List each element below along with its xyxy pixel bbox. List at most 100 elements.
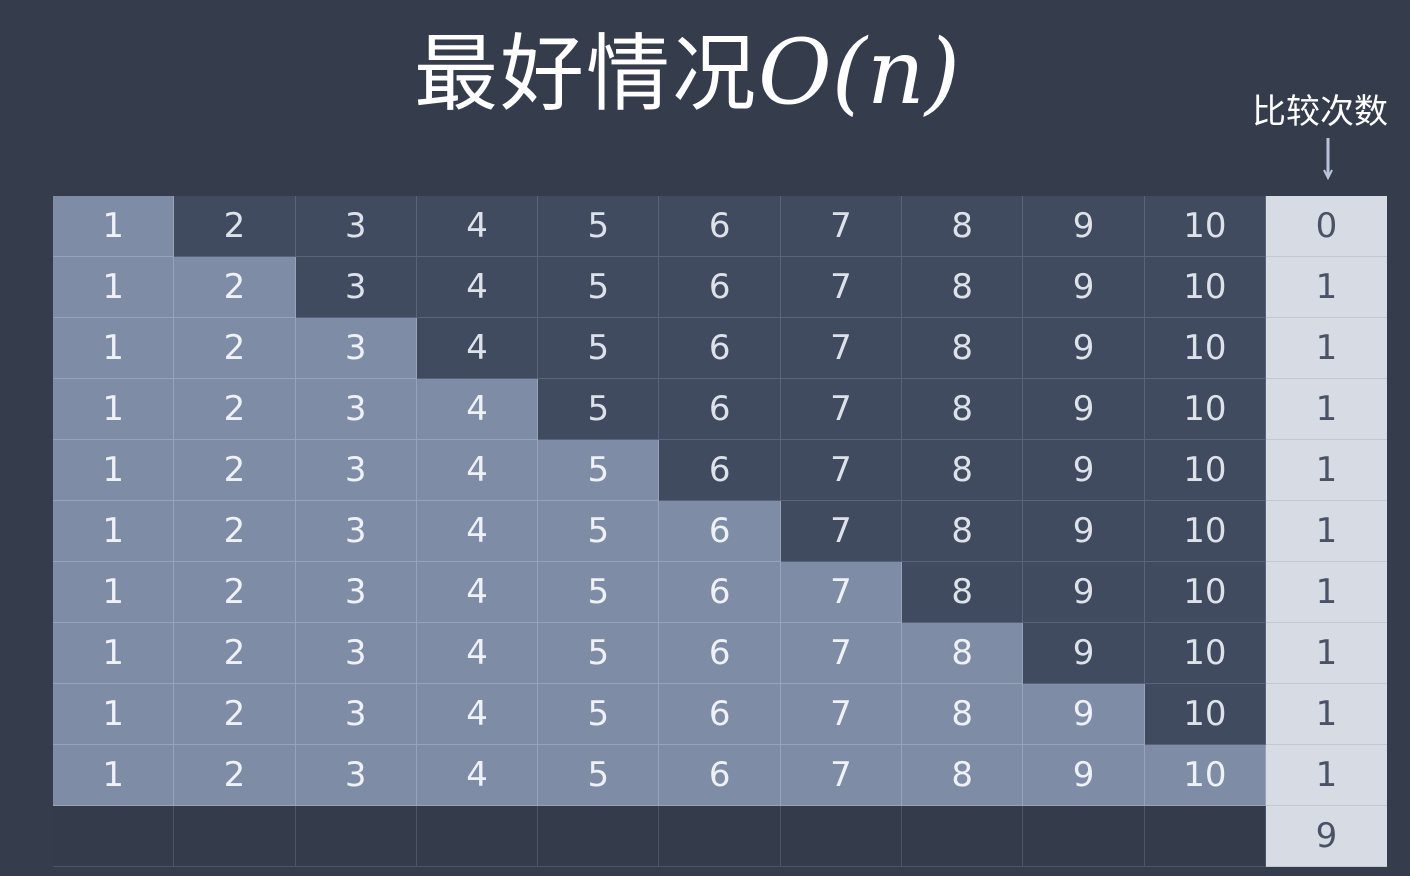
table-cell: 2 bbox=[174, 623, 296, 684]
table-cell: 6 bbox=[659, 318, 781, 379]
table-cell: 10 bbox=[1144, 501, 1266, 562]
page-title: 最好情况O(n) bbox=[414, 8, 960, 138]
comparison-count-cell: 1 bbox=[1265, 684, 1387, 745]
table-cell: 7 bbox=[780, 196, 903, 257]
table-cell: 6 bbox=[659, 501, 781, 562]
table-cell: 4 bbox=[416, 257, 539, 318]
table-cell: 4 bbox=[416, 440, 539, 501]
table-cell: 7 bbox=[780, 257, 903, 318]
table-cell: 9 bbox=[1023, 440, 1145, 501]
table-cell: 1 bbox=[53, 623, 175, 684]
table-cell: 4 bbox=[416, 379, 539, 440]
table-cell: 2 bbox=[174, 684, 296, 745]
table-cell: 1 bbox=[53, 379, 175, 440]
table-cell: 6 bbox=[659, 745, 781, 806]
table-cell: 8 bbox=[902, 440, 1024, 501]
table-cell: 5 bbox=[538, 196, 660, 257]
table-cell: 7 bbox=[780, 318, 903, 379]
table-cell: 9 bbox=[1023, 379, 1145, 440]
table-cell: 5 bbox=[538, 318, 660, 379]
table-cell: 4 bbox=[416, 684, 539, 745]
table-cell: 9 bbox=[1023, 684, 1145, 745]
table-cell: 10 bbox=[1144, 684, 1266, 745]
empty-cell bbox=[780, 806, 903, 867]
table-cell: 10 bbox=[1144, 745, 1266, 806]
table-cell: 8 bbox=[902, 684, 1024, 745]
table-cell: 9 bbox=[1023, 623, 1145, 684]
comparison-count-cell: 1 bbox=[1265, 257, 1387, 318]
empty-cell bbox=[1023, 806, 1145, 867]
empty-cell bbox=[1144, 806, 1266, 867]
table-cell: 9 bbox=[1023, 257, 1145, 318]
empty-cell bbox=[902, 806, 1024, 867]
table-cell: 3 bbox=[295, 257, 417, 318]
table-cell: 10 bbox=[1144, 318, 1266, 379]
table-cell: 8 bbox=[902, 501, 1024, 562]
table-cell: 10 bbox=[1144, 562, 1266, 623]
table-cell: 2 bbox=[174, 379, 296, 440]
table-cell: 10 bbox=[1144, 196, 1266, 257]
empty-cell bbox=[416, 806, 539, 867]
comparison-count-cell: 0 bbox=[1265, 196, 1387, 257]
table-cell: 4 bbox=[416, 623, 539, 684]
comparison-count-label: 比较次数 bbox=[1252, 92, 1388, 132]
table-cell: 5 bbox=[538, 440, 660, 501]
title-text: 最好情况 bbox=[414, 25, 759, 123]
table-cell: 7 bbox=[780, 562, 903, 623]
table-cell: 3 bbox=[295, 379, 417, 440]
table-cell: 7 bbox=[780, 501, 903, 562]
table-cell: 1 bbox=[53, 318, 175, 379]
table-cell: 5 bbox=[538, 745, 660, 806]
table-cell: 9 bbox=[1023, 501, 1145, 562]
table-cell: 4 bbox=[416, 196, 539, 257]
table-cell: 10 bbox=[1144, 623, 1266, 684]
comparison-count-cell: 1 bbox=[1265, 562, 1387, 623]
table-cell: 4 bbox=[416, 318, 539, 379]
comparison-count-cell: 1 bbox=[1265, 745, 1387, 806]
table-cell: 8 bbox=[902, 379, 1024, 440]
table-cell: 2 bbox=[174, 440, 296, 501]
table-cell: 10 bbox=[1144, 257, 1266, 318]
table-cell: 4 bbox=[416, 745, 539, 806]
table-cell: 5 bbox=[538, 379, 660, 440]
comparison-count-cell: 1 bbox=[1265, 623, 1387, 684]
table-cell: 1 bbox=[53, 257, 175, 318]
comparison-count-cell: 1 bbox=[1265, 318, 1387, 379]
table-cell: 3 bbox=[295, 196, 417, 257]
table-cell: 5 bbox=[538, 684, 660, 745]
table-cell: 2 bbox=[174, 745, 296, 806]
title-complexity: O(n) bbox=[758, 20, 960, 125]
table-cell: 1 bbox=[53, 501, 175, 562]
table-cell: 4 bbox=[416, 562, 539, 623]
table-cell: 3 bbox=[295, 440, 417, 501]
table-cell: 2 bbox=[174, 501, 296, 562]
table-cell: 6 bbox=[659, 257, 781, 318]
table-cell: 10 bbox=[1144, 440, 1266, 501]
table-cell: 7 bbox=[780, 745, 903, 806]
table-cell: 3 bbox=[295, 745, 417, 806]
table-cell: 1 bbox=[53, 562, 175, 623]
table-cell: 7 bbox=[780, 379, 903, 440]
down-arrow-icon bbox=[1323, 138, 1333, 181]
table-cell: 2 bbox=[174, 196, 296, 257]
table-cell: 4 bbox=[416, 501, 539, 562]
table-cell: 1 bbox=[53, 745, 175, 806]
empty-cell bbox=[174, 806, 296, 867]
table-cell: 8 bbox=[902, 257, 1024, 318]
table-cell: 6 bbox=[659, 379, 781, 440]
table-cell: 5 bbox=[538, 623, 660, 684]
table-cell: 2 bbox=[174, 318, 296, 379]
empty-cell bbox=[295, 806, 417, 867]
table-cell: 3 bbox=[295, 501, 417, 562]
table-cell: 6 bbox=[659, 623, 781, 684]
table-cell: 3 bbox=[295, 684, 417, 745]
empty-cell bbox=[538, 806, 660, 867]
table-cell: 2 bbox=[174, 257, 296, 318]
table-cell: 8 bbox=[902, 745, 1024, 806]
table-cell: 8 bbox=[902, 318, 1024, 379]
table-cell: 5 bbox=[538, 562, 660, 623]
table-cell: 8 bbox=[902, 623, 1024, 684]
table-cell: 10 bbox=[1144, 379, 1266, 440]
table-cell: 5 bbox=[538, 501, 660, 562]
table-cell: 7 bbox=[780, 684, 903, 745]
